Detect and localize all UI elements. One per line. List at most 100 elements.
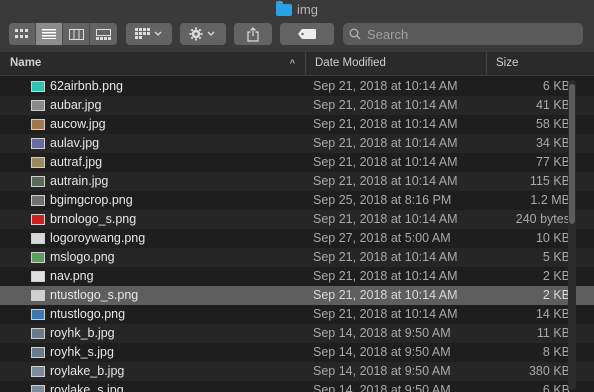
sort-ascending-icon: ^ [289, 58, 295, 68]
file-size: 6 KB [542, 383, 570, 392]
file-size: 2 KB [542, 269, 570, 283]
file-row[interactable]: mslogo.png Sep 21, 2018 at 10:14 AM 5 KB [0, 248, 594, 267]
file-name: royhk_s.jpg [50, 345, 114, 359]
tag-icon [298, 29, 316, 39]
gallery-view-icon [96, 28, 111, 40]
file-size: 380 KB [528, 364, 570, 378]
file-thumbnail-icon [31, 176, 45, 187]
file-row[interactable]: autraf.jpg Sep 21, 2018 at 10:14 AM 77 KB [0, 153, 594, 172]
file-date-modified: Sep 21, 2018 at 10:14 AM [313, 79, 458, 93]
window-title: img [0, 1, 594, 17]
search-icon [349, 28, 361, 40]
file-size: 5 KB [542, 250, 570, 264]
file-row[interactable]: royhk_b.jpg Sep 14, 2018 at 9:50 AM 11 KB [0, 324, 594, 343]
file-size: 14 KB [535, 307, 570, 321]
file-thumbnail-icon [31, 328, 45, 339]
file-name: bgimgcrop.png [50, 193, 133, 207]
file-thumbnail-icon [31, 195, 45, 206]
file-name: autrain.jpg [50, 174, 109, 188]
file-list: 62airbnb.png Sep 21, 2018 at 10:14 AM 6 KB… [0, 77, 594, 392]
icon-view-button[interactable] [9, 23, 36, 45]
file-thumbnail-icon [31, 233, 45, 244]
folder-icon [276, 1, 293, 16]
file-row[interactable]: nav.png Sep 21, 2018 at 10:14 AM 2 KB [0, 267, 594, 286]
window-title-text: img [297, 2, 318, 17]
file-size: 115 KB [529, 174, 570, 188]
file-size: 34 KB [535, 136, 570, 150]
file-row[interactable]: aucow.jpg Sep 21, 2018 at 10:14 AM 58 KB [0, 115, 594, 134]
group-by-button[interactable] [126, 23, 172, 45]
column-date-header[interactable]: Date Modified [306, 52, 487, 75]
file-thumbnail-icon [31, 100, 45, 111]
list-view-icon [42, 29, 56, 39]
file-thumbnail-icon [31, 290, 45, 301]
file-size: 10 KB [535, 231, 570, 245]
file-date-modified: Sep 14, 2018 at 9:50 AM [313, 383, 451, 392]
file-row[interactable]: logoroywang.png Sep 27, 2018 at 5:00 AM 10… [0, 229, 594, 248]
file-thumbnail-icon [31, 157, 45, 168]
file-date-modified: Sep 21, 2018 at 10:14 AM [313, 174, 458, 188]
view-mode-control [9, 23, 117, 45]
file-thumbnail-icon [31, 366, 45, 377]
file-thumbnail-icon [31, 119, 45, 130]
file-thumbnail-icon [31, 81, 45, 92]
file-size: 1.2 MB [530, 193, 570, 207]
file-name: 62airbnb.png [50, 79, 123, 93]
file-date-modified: Sep 14, 2018 at 9:50 AM [313, 326, 451, 340]
file-row[interactable]: roylake_b.jpg Sep 14, 2018 at 9:50 AM 380 … [0, 362, 594, 381]
file-name: roylake_s.jpg [50, 383, 124, 392]
file-name: aulav.jpg [50, 136, 100, 150]
column-date-label: Date Modified [315, 57, 386, 69]
file-date-modified: Sep 21, 2018 at 10:14 AM [313, 155, 458, 169]
search-field[interactable] [343, 23, 583, 45]
file-thumbnail-icon [31, 252, 45, 263]
column-name-label: Name [10, 57, 42, 69]
group-by-icon [135, 28, 162, 39]
file-row[interactable]: ntustlogo.png Sep 21, 2018 at 10:14 AM 14 … [0, 305, 594, 324]
file-date-modified: Sep 14, 2018 at 9:50 AM [313, 364, 451, 378]
file-size: 11 KB [536, 326, 570, 340]
file-date-modified: Sep 21, 2018 at 10:14 AM [313, 307, 458, 321]
column-view-button[interactable] [63, 23, 90, 45]
file-name: nav.png [50, 269, 94, 283]
column-size-header[interactable]: Size [487, 52, 594, 75]
column-view-icon [68, 28, 84, 40]
file-thumbnail-icon [31, 214, 45, 225]
search-input[interactable] [367, 26, 567, 42]
file-name: aubar.jpg [50, 98, 102, 112]
file-name: logoroywang.png [50, 231, 146, 245]
file-name: autraf.jpg [50, 155, 103, 169]
file-thumbnail-icon [31, 347, 45, 358]
file-row[interactable]: 62airbnb.png Sep 21, 2018 at 10:14 AM 6 KB [0, 77, 594, 96]
column-name-header[interactable]: Name ^ [0, 52, 306, 75]
file-date-modified: Sep 21, 2018 at 10:14 AM [313, 250, 458, 264]
file-row[interactable]: ntustlogo_s.png Sep 21, 2018 at 10:14 AM 2… [0, 286, 594, 305]
file-date-modified: Sep 14, 2018 at 9:50 AM [313, 345, 451, 359]
file-row[interactable]: aulav.jpg Sep 21, 2018 at 10:14 AM 34 KB [0, 134, 594, 153]
column-header: Name ^ Date Modified Size [0, 52, 594, 76]
file-row[interactable]: roylake_s.jpg Sep 14, 2018 at 9:50 AM 6 KB [0, 381, 594, 392]
file-row[interactable]: bgimgcrop.png Sep 25, 2018 at 8:16 PM 1.2 … [0, 191, 594, 210]
tag-button[interactable] [280, 23, 334, 45]
action-button[interactable] [180, 23, 226, 45]
column-size-label: Size [496, 57, 519, 69]
file-row[interactable]: autrain.jpg Sep 21, 2018 at 10:14 AM 115 K… [0, 172, 594, 191]
share-button[interactable] [234, 23, 272, 45]
share-icon [247, 26, 259, 42]
file-size: 240 bytes [515, 212, 570, 226]
file-name: royhk_b.jpg [50, 326, 115, 340]
file-date-modified: Sep 21, 2018 at 10:14 AM [313, 269, 458, 283]
file-size: 8 KB [542, 345, 570, 359]
file-date-modified: Sep 21, 2018 at 10:14 AM [313, 288, 458, 302]
list-view-button[interactable] [36, 23, 63, 45]
file-name: aucow.jpg [50, 117, 106, 131]
file-row[interactable]: aubar.jpg Sep 21, 2018 at 10:14 AM 41 KB [0, 96, 594, 115]
file-size: 6 KB [542, 79, 570, 93]
file-row[interactable]: brnologo_s.png Sep 21, 2018 at 10:14 AM 24… [0, 210, 594, 229]
file-thumbnail-icon [31, 385, 45, 392]
gallery-view-button[interactable] [90, 23, 117, 45]
file-date-modified: Sep 21, 2018 at 10:14 AM [313, 212, 458, 226]
file-size: 77 KB [535, 155, 570, 169]
vertical-scrollbar-thumb[interactable] [569, 84, 575, 224]
file-row[interactable]: royhk_s.jpg Sep 14, 2018 at 9:50 AM 8 KB [0, 343, 594, 362]
